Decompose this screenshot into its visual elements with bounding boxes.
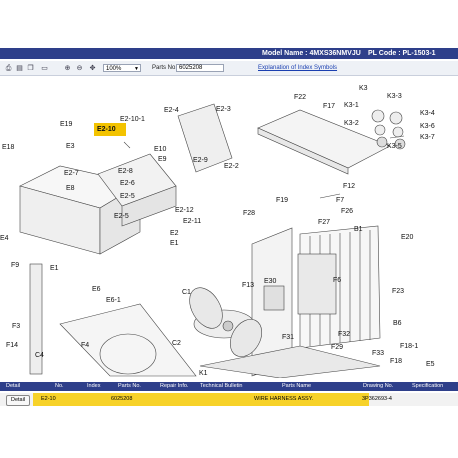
save-icon[interactable]: ▤: [15, 64, 24, 72]
cell-no: E2-10: [41, 396, 56, 402]
part-label[interactable]: B6: [393, 320, 402, 327]
col-header-detail: Detail: [6, 383, 21, 389]
part-label[interactable]: F19: [276, 197, 288, 204]
part-label[interactable]: F4: [81, 342, 89, 349]
zoom-value: 100%: [106, 66, 122, 72]
part-label[interactable]: E2-2: [224, 163, 239, 170]
part-label[interactable]: F14: [6, 342, 18, 349]
col-header-no: No.: [55, 383, 64, 389]
part-label[interactable]: E3: [66, 143, 75, 150]
zoom-out-icon[interactable]: ⊖: [75, 64, 84, 72]
part-label[interactable]: F28: [243, 210, 255, 217]
table-row[interactable]: Detail E2-10 6025208 WIRE HARNESS ASSY. …: [0, 393, 458, 406]
part-label[interactable]: E6: [92, 286, 101, 293]
part-label[interactable]: F7: [336, 197, 344, 204]
part-label[interactable]: K3-5: [387, 143, 402, 150]
part-label[interactable]: F6: [333, 277, 341, 284]
part-label[interactable]: E2-9: [193, 157, 208, 164]
part-label[interactable]: F13: [242, 282, 254, 289]
part-label[interactable]: E2-4: [164, 107, 179, 114]
col-header-drawing-no: Drawing No.: [363, 383, 394, 389]
col-header-parts-name: Parts Name: [282, 383, 312, 389]
highlighted-part-label[interactable]: E2-10: [97, 126, 116, 133]
part-label[interactable]: E1: [50, 265, 59, 272]
part-label[interactable]: K3-3: [387, 93, 402, 100]
part-label[interactable]: K3-1: [344, 102, 359, 109]
part-label[interactable]: F18: [390, 358, 402, 365]
part-label[interactable]: K3-2: [344, 120, 359, 127]
part-label[interactable]: F31: [282, 334, 294, 341]
part-label[interactable]: B1: [354, 226, 363, 233]
part-label[interactable]: C2: [172, 340, 181, 347]
part-label[interactable]: K3-4: [420, 110, 435, 117]
part-label[interactable]: E2-8: [118, 168, 133, 175]
title-bar: Model Name : 4MXS36NMVJU PL Code : PL-15…: [0, 48, 458, 59]
part-label[interactable]: E2: [170, 230, 179, 237]
part-label[interactable]: E2-3: [216, 106, 231, 113]
part-label[interactable]: E20: [401, 234, 413, 241]
part-label[interactable]: E18: [2, 144, 14, 151]
part-label[interactable]: K1: [199, 370, 208, 377]
part-label[interactable]: C4: [35, 352, 44, 359]
col-header-specification: Specification: [412, 383, 444, 389]
zoom-select[interactable]: 100% ▼: [103, 64, 141, 72]
part-label[interactable]: F26: [341, 208, 353, 215]
part-label[interactable]: K3-7: [420, 134, 435, 141]
part-label[interactable]: K3-6: [420, 123, 435, 130]
pan-icon[interactable]: ✥: [88, 64, 97, 72]
pl-code: PL Code : PL-1503-1: [368, 50, 436, 57]
part-label[interactable]: E19: [60, 121, 72, 128]
part-label[interactable]: E30: [264, 278, 276, 285]
toolbar: ⎙ ▤ ❐ ▭ ⊕ ⊖ ✥ 100% ▼ Parts No. 6025208 E…: [0, 61, 458, 76]
part-label[interactable]: F23: [392, 288, 404, 295]
model-name: Model Name : 4MXS36NMVJU: [262, 50, 361, 57]
part-label[interactable]: F33: [372, 350, 384, 357]
page-icon[interactable]: ▭: [40, 64, 49, 72]
copy-icon[interactable]: ❐: [26, 64, 35, 72]
part-label[interactable]: F22: [294, 94, 306, 101]
part-label[interactable]: E4: [0, 235, 9, 242]
cell-parts-name: WIRE HARNESS ASSY.: [254, 396, 314, 402]
detail-button[interactable]: Detail: [6, 395, 30, 406]
row-highlight: [33, 393, 369, 406]
part-label[interactable]: F17: [323, 103, 335, 110]
part-label[interactable]: E6-1: [106, 297, 121, 304]
parts-table-header: Detail No. Index Parts No. Repair Info. …: [0, 382, 458, 391]
col-header-index: Index: [87, 383, 101, 389]
print-icon[interactable]: ⎙: [4, 64, 13, 72]
part-label[interactable]: E1: [170, 240, 179, 247]
part-label[interactable]: E2-10-1: [120, 116, 145, 123]
col-header-technical-bulletin: Technical Bulletin: [200, 383, 243, 389]
cell-parts-no: 6025208: [111, 396, 133, 402]
part-label[interactable]: E2-5: [114, 213, 129, 220]
col-header-repair-info: Repair Info.: [160, 383, 189, 389]
part-label[interactable]: E9: [158, 156, 167, 163]
chevron-down-icon: ▼: [134, 66, 139, 72]
part-label[interactable]: F9: [11, 262, 19, 269]
parts-no-input[interactable]: 6025208: [176, 64, 224, 72]
part-label[interactable]: E5: [426, 361, 435, 368]
part-label[interactable]: K3: [359, 85, 368, 92]
parts-no-label: Parts No.: [152, 65, 178, 71]
cell-drawing-no: 3P362693-4: [362, 396, 392, 402]
part-label[interactable]: F29: [331, 344, 343, 351]
part-label[interactable]: E10: [154, 146, 166, 153]
part-label[interactable]: E2-11: [183, 218, 201, 225]
part-label[interactable]: F32: [338, 331, 350, 338]
part-label[interactable]: E8: [66, 185, 75, 192]
part-label[interactable]: F18-1: [400, 343, 418, 350]
part-label[interactable]: E2-6: [120, 180, 135, 187]
part-label[interactable]: E2-12: [175, 207, 194, 214]
part-label[interactable]: E2-5: [120, 193, 135, 200]
part-label[interactable]: F12: [343, 183, 355, 190]
part-label[interactable]: E2-7: [64, 170, 79, 177]
index-symbols-link[interactable]: Explanation of Index Symbols: [258, 64, 337, 72]
zoom-in-icon[interactable]: ⊕: [63, 64, 72, 72]
col-header-parts-no: Parts No.: [118, 383, 141, 389]
part-label[interactable]: F3: [12, 323, 20, 330]
part-label[interactable]: C1: [182, 289, 191, 296]
part-label[interactable]: F27: [318, 219, 330, 226]
